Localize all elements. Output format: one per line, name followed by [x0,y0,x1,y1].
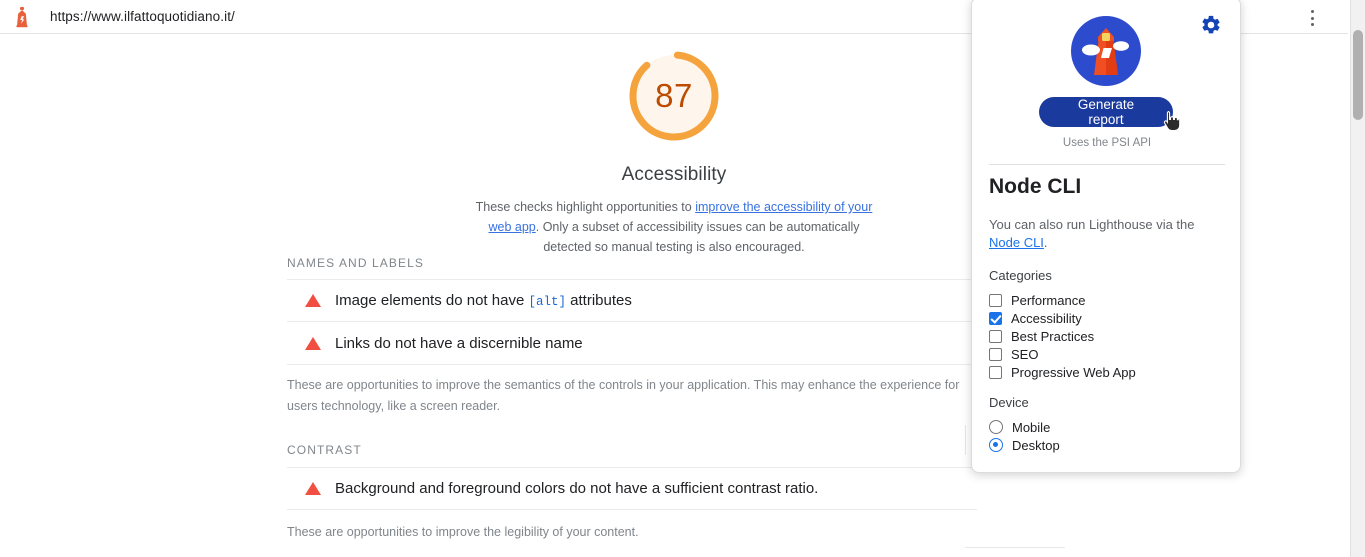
radio-desktop[interactable] [989,438,1003,452]
warning-triangle-icon [305,336,321,350]
score-value: 87 [655,77,693,114]
page-title: Accessibility [621,164,727,185]
category-option-performance[interactable]: Performance [989,291,1085,309]
device-option-desktop[interactable]: Desktop [989,436,1060,454]
categories-label: Categories [989,268,1052,283]
audit-title: Image elements do not have [alt] attribu… [335,292,632,309]
category-option-seo[interactable]: SEO [989,345,1038,363]
url-text[interactable]: https://www.ilfattoquotidiano.it/ [50,9,235,24]
checkbox-progressive-web-app[interactable] [989,365,1002,379]
section-heading-names-and-labels: NAMES AND LABELS [287,256,424,270]
category-label: Performance [1011,292,1086,308]
section-note-contrast: These are opportunities to improve the l… [287,525,639,539]
category-description: These checks highlight opportunities to … [474,197,874,257]
lighthouse-favicon-icon [12,6,32,28]
page-scrollbar[interactable] [1350,0,1365,557]
node-cli-link[interactable]: Node CLI [989,235,1044,250]
radio-mobile[interactable] [989,420,1003,434]
node-cli-description: You can also run Lighthouse via the Node… [989,216,1217,252]
psi-api-note: Uses the PSI API [1062,137,1152,149]
generate-report-button[interactable]: Generate report [1039,97,1173,127]
kebab-menu-icon[interactable] [1304,10,1320,26]
description-pre: These checks highlight opportunities to [475,200,696,214]
checkbox-accessibility[interactable] [989,311,1002,325]
popup-divider [989,164,1225,165]
audit-text-post: attributes [565,292,632,309]
gear-icon[interactable] [1200,14,1222,36]
category-label: SEO [1011,346,1039,362]
browser-window: https://www.ilfattoquotidiano.it/ 87 Acc… [0,0,1365,557]
checkbox-best-practices[interactable] [989,329,1002,343]
audit-text-pre: Image elements do not have [335,292,529,309]
device-option-label: Desktop [1012,437,1060,453]
category-label: Progressive Web App [1011,364,1136,380]
warning-triangle-icon [305,482,321,495]
lighthouse-logo-icon [1071,16,1141,91]
section-note-names-and-labels: These are opportunities to improve the s… [287,378,960,413]
scrollbar-thumb[interactable] [1353,30,1363,120]
category-option-progressive-web-app[interactable]: Progressive Web App [989,363,1136,381]
audit-row-link-name[interactable]: Links do not have a discernible name [287,322,977,365]
section-heading-contrast: CONTRAST [287,443,362,457]
category-option-best-practices[interactable]: Best Practices [989,327,1094,345]
lighthouse-extension-popup: Generate report Uses the PSI API Node CL… [971,0,1241,473]
node-cli-heading: Node CLI [989,175,1082,198]
report-edge-divider [965,425,966,455]
description-post: . Only a subset of accessibility issues … [535,220,860,254]
category-label: Best Practices [1011,328,1095,344]
accessibility-score-gauge: 87 [626,48,722,144]
bottom-divider [965,547,1065,548]
device-label: Device [989,395,1029,410]
audit-title: Links do not have a discernible name [335,334,583,352]
audit-title: Background and foreground colors do not … [335,480,819,497]
category-option-accessibility[interactable]: Accessibility [989,309,1082,327]
checkbox-performance[interactable] [989,293,1002,307]
checkbox-seo[interactable] [989,347,1002,361]
audit-row-image-alt[interactable]: Image elements do not have [alt] attribu… [287,279,977,322]
warning-triangle-icon [305,294,321,307]
device-option-label: Mobile [1012,419,1051,435]
device-option-mobile[interactable]: Mobile [989,418,1050,436]
audit-code-token: [alt] [528,295,566,309]
node-cli-desc-post: . [1043,235,1048,250]
pointing-hand-cursor-icon [1163,110,1181,132]
category-label: Accessibility [1011,310,1082,326]
audit-row-contrast-ratio[interactable]: Background and foreground colors do not … [287,467,977,510]
node-cli-desc-pre: You can also run Lighthouse via the [989,217,1195,232]
